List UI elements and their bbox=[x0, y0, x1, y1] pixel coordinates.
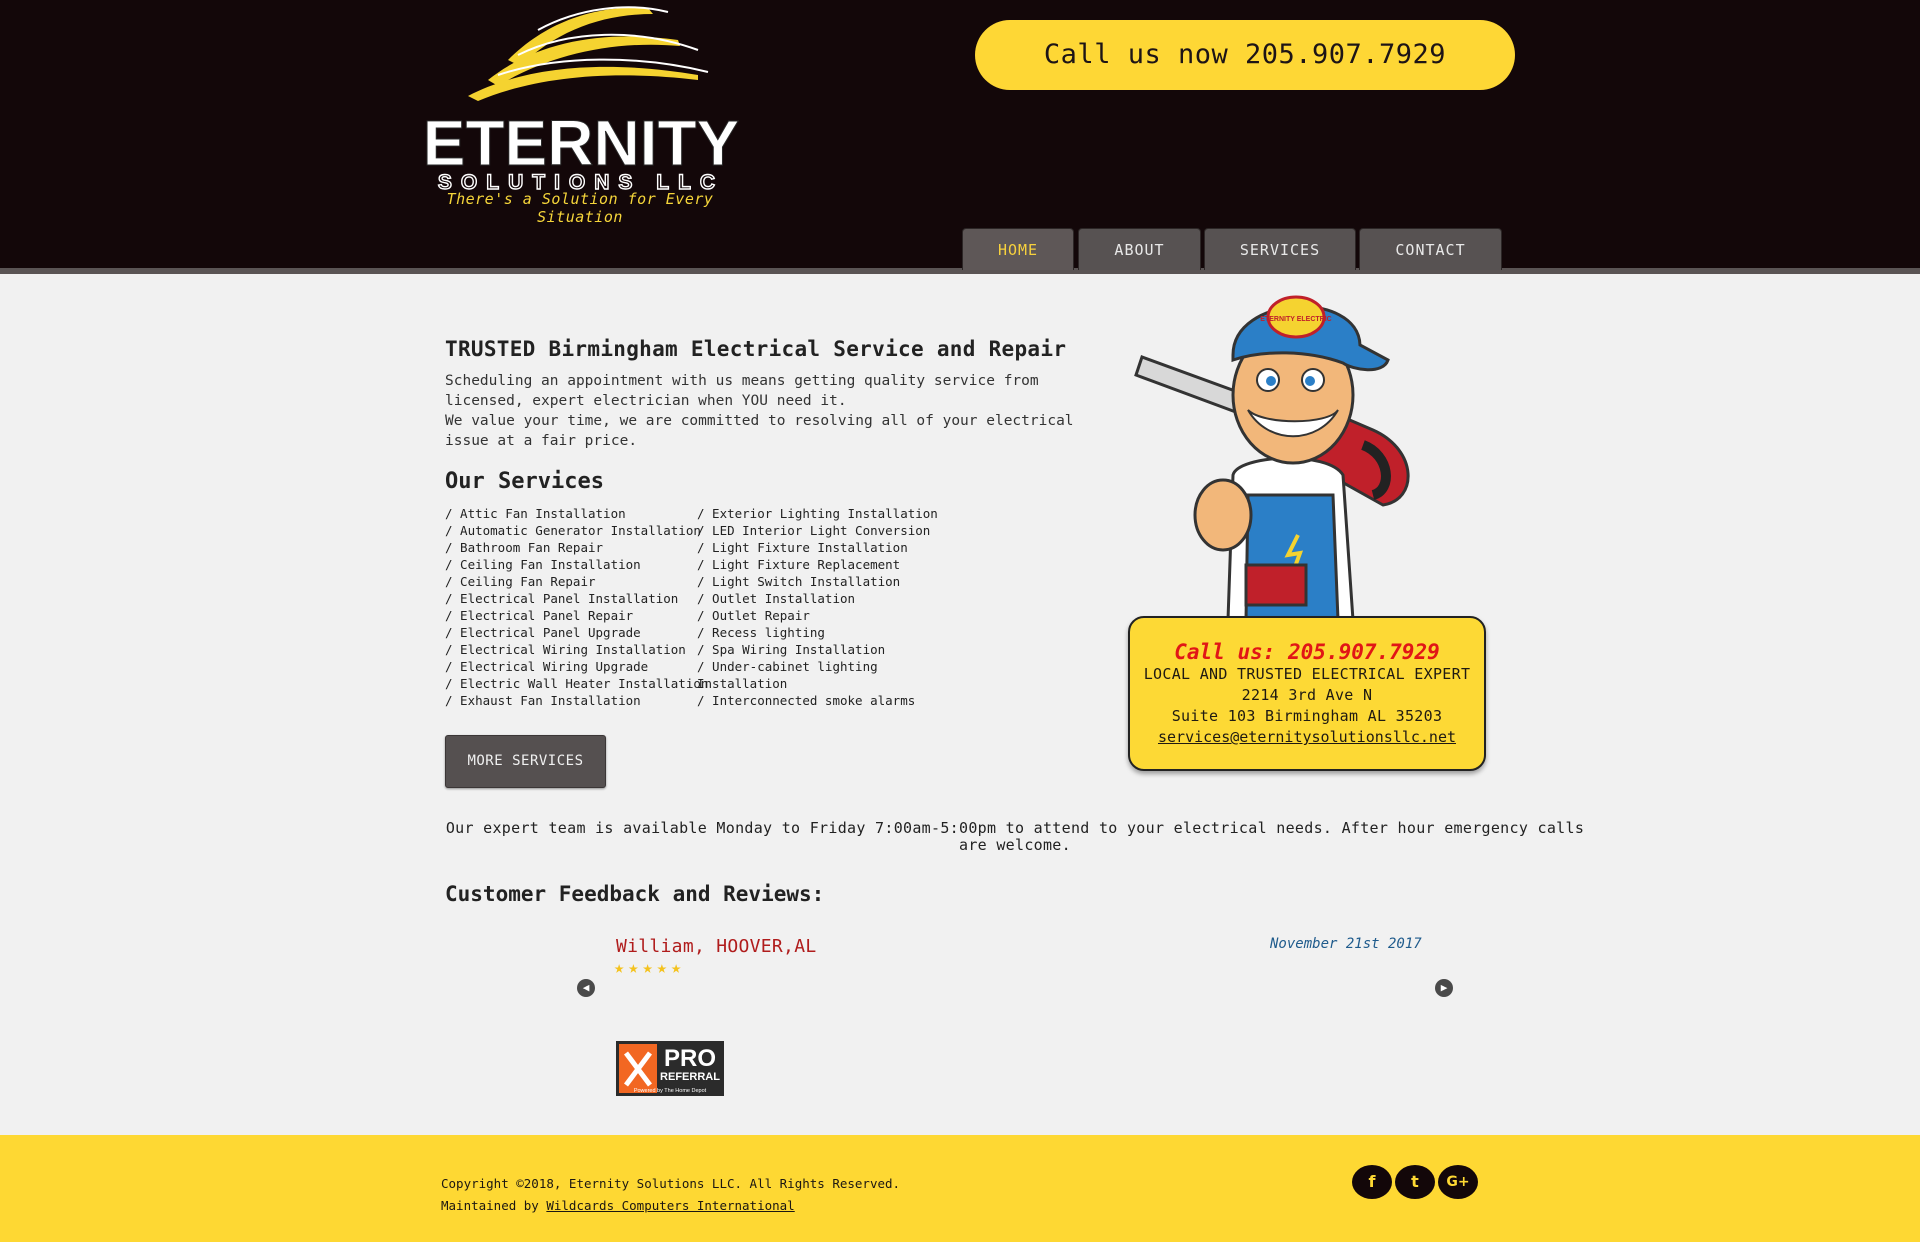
reviews-heading: Customer Feedback and Reviews: bbox=[445, 882, 825, 906]
logo-wordmark: ETERNITY bbox=[423, 107, 739, 179]
list-item: / Outlet Installation bbox=[697, 591, 856, 606]
tab-about[interactable]: ABOUT bbox=[1078, 228, 1201, 270]
electrician-mascot-image: ETERNITY ELECTRIC bbox=[1134, 295, 1410, 620]
list-item: / Electrical Panel Repair bbox=[445, 608, 634, 623]
svg-text:Powered by The Home Depot: Powered by The Home Depot bbox=[634, 1088, 707, 1094]
list-item: / Light Fixture Installation bbox=[697, 540, 908, 555]
list-item: / Bathroom Fan Repair bbox=[445, 540, 604, 555]
tab-home[interactable]: HOME bbox=[962, 228, 1074, 270]
svg-text:PRO: PRO bbox=[664, 1045, 716, 1072]
list-item: / Ceiling Fan Repair bbox=[445, 574, 596, 589]
intro-paragraph-1: Scheduling an appointment with us means … bbox=[445, 373, 1039, 409]
list-item: / Exterior Lighting Installation bbox=[697, 506, 938, 521]
services-heading: Our Services bbox=[445, 469, 604, 494]
call-now-button[interactable]: Call us now 205.907.7929 bbox=[975, 20, 1515, 90]
site-footer bbox=[0, 1135, 1920, 1242]
carousel-next-icon[interactable]: ▶ bbox=[1435, 979, 1453, 997]
list-item: / Attic Fan Installation bbox=[445, 506, 626, 521]
list-item: / Electrical Panel Upgrade bbox=[445, 625, 641, 640]
google-plus-icon[interactable]: G+ bbox=[1438, 1165, 1478, 1199]
svg-text:ETERNITY ELECTRIC: ETERNITY ELECTRIC bbox=[1260, 316, 1331, 323]
list-item: / Recess lighting bbox=[697, 625, 825, 640]
more-services-button[interactable]: MORE SERVICES bbox=[445, 735, 606, 788]
business-hours-text: Our expert team is available Monday to F… bbox=[445, 819, 1585, 854]
carousel-prev-icon[interactable]: ◀ bbox=[577, 979, 595, 997]
info-email-link[interactable]: services@eternitysolutionsllc.net bbox=[1130, 727, 1484, 748]
tab-contact[interactable]: CONTACT bbox=[1359, 228, 1502, 270]
star-rating: ★★★★★ bbox=[614, 958, 686, 978]
list-item: / Electrical Wiring Installation bbox=[445, 642, 686, 657]
review-date: November 21st 2017 bbox=[1270, 936, 1422, 952]
header-divider bbox=[0, 268, 1920, 274]
maintainer-link[interactable]: Wildcards Computers International bbox=[546, 1198, 794, 1213]
copyright-text: Copyright ©2018, Eternity Solutions LLC.… bbox=[441, 1176, 901, 1191]
review-author: William, HOOVER,AL bbox=[616, 936, 817, 957]
list-item: / Electrical Panel Installation bbox=[445, 591, 679, 606]
page-title: TRUSTED Birmingham Electrical Service an… bbox=[445, 337, 1067, 361]
info-address-line-2: Suite 103 Birmingham AL 35203 bbox=[1171, 707, 1443, 725]
list-item: / Light Switch Installation bbox=[697, 574, 901, 589]
services-list-left: / Attic Fan Installation / Automatic Gen… bbox=[445, 505, 708, 709]
services-list-right: / Exterior Lighting Installation / LED I… bbox=[697, 505, 938, 709]
info-call-text[interactable]: Call us: 205.907.7929 bbox=[1130, 640, 1484, 664]
svg-text:REFERRAL: REFERRAL bbox=[660, 1071, 720, 1083]
info-tagline: LOCAL AND TRUSTED ELECTRICAL EXPERT bbox=[1143, 665, 1471, 683]
list-item: / Under-cabinet lighting bbox=[697, 659, 878, 674]
contact-info-card: Call us: 205.907.7929 LOCAL AND TRUSTED … bbox=[1128, 616, 1486, 771]
list-item: / Interconnected smoke alarms bbox=[697, 693, 916, 708]
list-item: / Spa Wiring Installation bbox=[697, 642, 886, 657]
tab-services[interactable]: SERVICES bbox=[1204, 228, 1356, 270]
list-item: / LED Interior Light Conversion bbox=[697, 523, 931, 538]
site-header bbox=[0, 0, 1920, 268]
list-item: Installation bbox=[697, 676, 788, 691]
list-item: / Electric Wall Heater Installation bbox=[445, 676, 709, 691]
maintained-by-text: Maintained by Wildcards Computers Intern… bbox=[441, 1198, 795, 1213]
list-item: / Exhaust Fan Installation bbox=[445, 693, 641, 708]
facebook-icon[interactable]: f bbox=[1352, 1165, 1392, 1199]
twitter-icon[interactable]: t bbox=[1395, 1165, 1435, 1199]
info-address-line-1: 2214 3rd Ave N bbox=[1241, 686, 1373, 704]
logo[interactable]: ETERNITY SOLUTIONS LLC bbox=[398, 0, 764, 210]
list-item: / Automatic Generator Installation bbox=[445, 523, 701, 538]
logo-lightning-icon bbox=[468, 6, 709, 101]
list-item: / Light Fixture Replacement bbox=[697, 557, 901, 572]
logo-tagline: There's a Solution for Every Situation bbox=[446, 190, 714, 226]
list-item: / Ceiling Fan Installation bbox=[445, 557, 641, 572]
intro-paragraph-2: We value your time, we are committed to … bbox=[445, 413, 1074, 449]
pro-referral-badge[interactable]: PRO REFERRAL Powered by The Home Depot bbox=[616, 1041, 724, 1096]
maintained-prefix: Maintained by bbox=[441, 1198, 547, 1213]
list-item: / Outlet Repair bbox=[697, 608, 810, 623]
list-item: / Electrical Wiring Upgrade bbox=[445, 659, 649, 674]
